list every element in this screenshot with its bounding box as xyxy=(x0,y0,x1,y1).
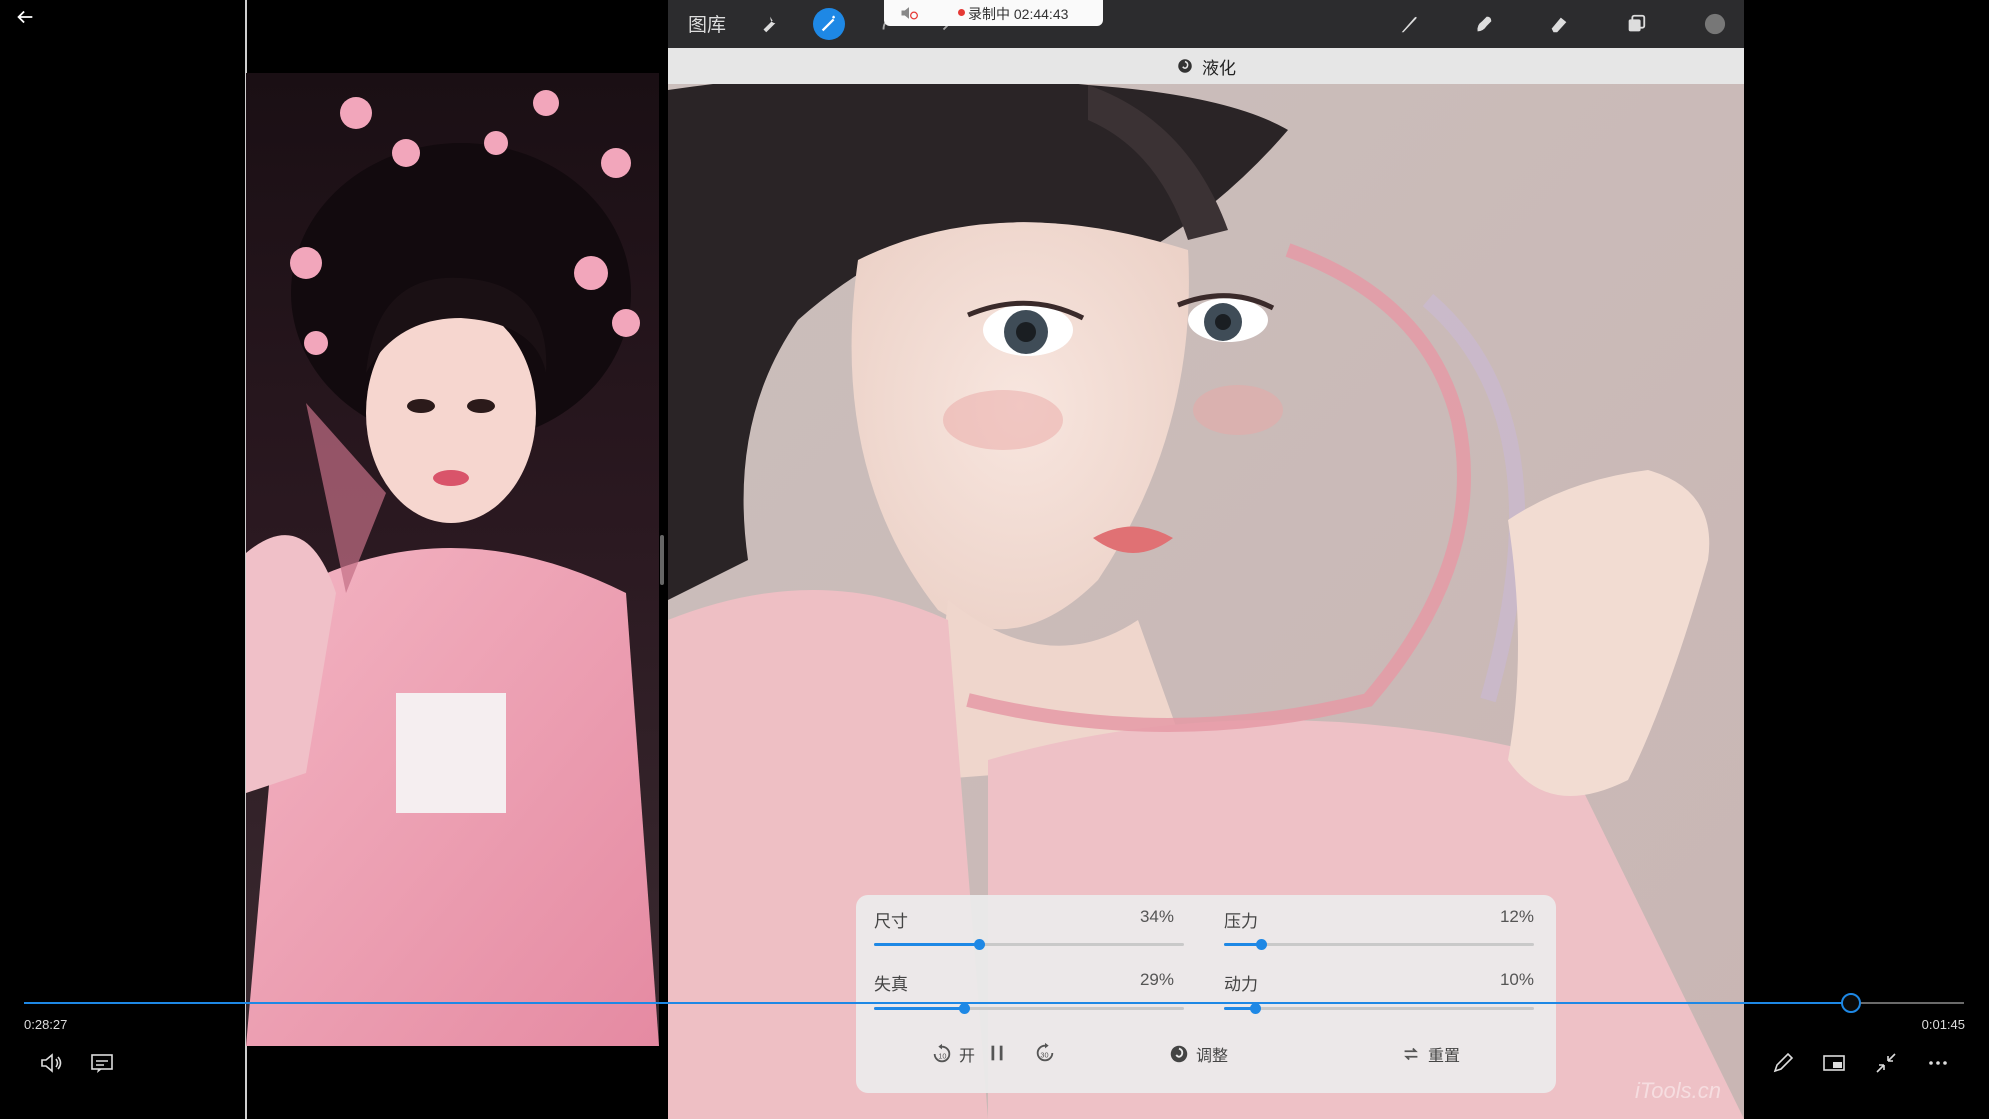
pressure-value: 12% xyxy=(1499,907,1534,926)
volume-icon[interactable] xyxy=(37,1049,65,1077)
subtitles-icon[interactable] xyxy=(88,1049,116,1077)
on-label: 开 xyxy=(959,1048,976,1065)
seek-bar[interactable] xyxy=(24,993,1964,1013)
smudge-icon[interactable] xyxy=(1468,8,1500,40)
distortion-label: 失真 xyxy=(874,975,908,994)
momentum-slider-knob[interactable] xyxy=(1250,1003,1261,1014)
reference-photo xyxy=(246,73,659,1046)
remaining-time: 0:01:45 xyxy=(1921,1017,1965,1032)
seek-handle[interactable] xyxy=(1841,993,1862,1013)
procreate-canvas-area: 图库 液化 尺寸 34% 压力 12% 失真 29% 动力 10% 10 开 3… xyxy=(668,0,1744,1119)
size-slider-fill xyxy=(874,943,980,946)
recording-text: 录制中 02:44:43 xyxy=(968,6,1069,22)
liquify-icon xyxy=(1178,59,1192,73)
wrench-icon[interactable] xyxy=(753,8,785,40)
top-toolbar: 图库 xyxy=(668,0,1744,48)
reset-label: 重置 xyxy=(1428,1048,1461,1065)
watermark: iTools.cn xyxy=(1635,1078,1722,1103)
seek-progress xyxy=(24,1002,1852,1004)
size-label: 尺寸 xyxy=(874,912,908,931)
adjust-icon xyxy=(1170,1045,1188,1063)
liquify-header: 液化 xyxy=(668,48,1744,84)
adjust-label: 调整 xyxy=(1196,1048,1229,1065)
forward-30-icon: 30 xyxy=(1036,1042,1054,1062)
pressure-slider-knob[interactable] xyxy=(1256,939,1268,950)
size-slider[interactable] xyxy=(874,939,1184,950)
split-handle[interactable] xyxy=(660,535,664,585)
brush-icon[interactable] xyxy=(1393,8,1425,40)
exit-fullscreen-icon[interactable] xyxy=(1872,1049,1900,1077)
size-value: 34% xyxy=(1139,907,1174,926)
liquify-panel: 尺寸 34% 压力 12% 失真 29% 动力 10% 10 开 30 调整 重… xyxy=(856,895,1556,1093)
reset-button[interactable]: 重置 xyxy=(1400,1042,1460,1066)
pressure-label: 压力 xyxy=(1224,912,1258,931)
momentum-value: 10% xyxy=(1499,970,1534,989)
pause-icon xyxy=(991,1045,1003,1061)
adjust-button[interactable]: 调整 xyxy=(1168,1042,1228,1066)
recording-indicator: 录制中 02:44:43 xyxy=(884,0,1103,26)
eraser-icon[interactable] xyxy=(1543,8,1575,40)
more-icon[interactable] xyxy=(1924,1049,1952,1077)
rewind-10-icon: 10 xyxy=(933,1043,951,1063)
distortion-slider-knob[interactable] xyxy=(958,1003,970,1014)
speaker-icon xyxy=(898,3,920,23)
pressure-slider[interactable] xyxy=(1224,939,1534,950)
magic-wand-icon[interactable] xyxy=(813,8,845,40)
liquify-mode-label[interactable]: 液化 xyxy=(668,48,1744,84)
momentum-slider[interactable] xyxy=(1224,1003,1534,1014)
recording-dot xyxy=(958,9,965,16)
svg-text:30: 30 xyxy=(1040,1051,1048,1060)
liquify-text: 液化 xyxy=(1202,58,1236,78)
svg-text:10: 10 xyxy=(938,1052,946,1061)
distortion-slider[interactable] xyxy=(874,1003,1184,1014)
mini-view-icon[interactable] xyxy=(1820,1049,1848,1077)
gallery-button[interactable]: 图库 xyxy=(688,10,726,37)
size-slider-knob[interactable] xyxy=(974,939,986,950)
reset-icon xyxy=(1404,1047,1418,1061)
pause-button[interactable] xyxy=(986,1042,1008,1064)
forward-30-button[interactable]: 30 xyxy=(1034,1042,1056,1064)
distortion-value: 29% xyxy=(1139,970,1174,989)
current-time: 0:28:27 xyxy=(24,1017,68,1032)
back-arrow-icon[interactable] xyxy=(14,6,36,28)
momentum-label: 动力 xyxy=(1224,975,1258,994)
color-swatch[interactable] xyxy=(1699,8,1731,40)
pen-icon[interactable] xyxy=(1769,1049,1797,1077)
distortion-slider-fill xyxy=(874,1007,964,1010)
layers-icon[interactable] xyxy=(1620,8,1652,40)
rewind-10-button[interactable]: 10 开 xyxy=(931,1042,975,1066)
